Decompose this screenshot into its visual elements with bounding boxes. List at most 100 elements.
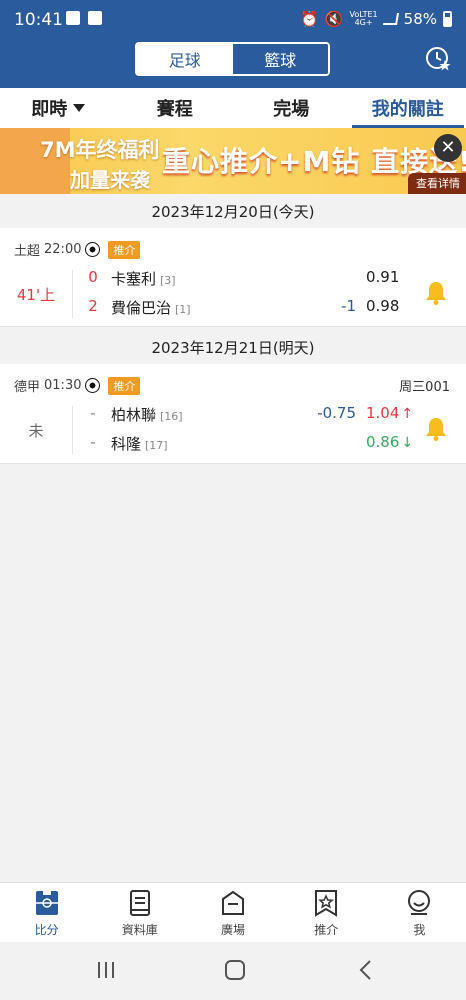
away-team-rank: [17]: [145, 439, 168, 452]
match-card[interactable]: 德甲 01:30 推介 周三001 未 - 柏林聯 [16] -0.75 1.04…: [0, 364, 466, 464]
status-right-icons: ⏰ 🔇 VoLTE1 4G+ 58%: [300, 10, 452, 28]
nav-square[interactable]: 廣場: [186, 883, 279, 942]
nav-tips-label: 推介: [314, 923, 339, 937]
promo-banner[interactable]: 7M年终福利 加量来袭 重心推介+M钻 直接送! 查看详情: [0, 128, 466, 194]
bell-icon[interactable]: [423, 416, 449, 442]
banner-line2: 加量来袭: [70, 168, 150, 192]
back-icon[interactable]: [354, 958, 378, 982]
home-team-name: 柏林聯: [111, 406, 157, 424]
status-time: 10:41: [14, 10, 63, 30]
tab-results[interactable]: 完場: [233, 88, 350, 128]
history-clock-icon[interactable]: [425, 46, 451, 72]
network-icon: VoLTE1 4G+: [350, 11, 378, 27]
gallery-notification-icon: [66, 11, 80, 25]
tab-favorites-label: 我的關註: [371, 99, 444, 120]
check-notification-icon: [88, 11, 102, 25]
tab-live[interactable]: 即時: [0, 88, 117, 128]
odds-up-arrow-icon: ↑: [401, 406, 414, 422]
away-team: 科隆 [17]: [111, 433, 168, 454]
banner-close-icon[interactable]: ✕: [434, 134, 462, 162]
away-team-name: 費倫巴治: [111, 299, 172, 317]
home-score: -: [90, 404, 96, 422]
match-number: 周三001: [399, 380, 450, 395]
book-icon: [129, 890, 150, 916]
scoreboard-icon: [35, 891, 58, 915]
home-odds: 0.91: [366, 268, 400, 286]
away-team: 費倫巴治 [1]: [111, 297, 191, 318]
notification-icons: [66, 11, 102, 25]
alarm-icon: ⏰: [300, 10, 319, 28]
match-time: 01:30: [44, 378, 82, 393]
home-odds-value: 1.04: [366, 404, 400, 422]
tip-badge[interactable]: 推介: [108, 376, 141, 395]
nav-me-label: 我: [413, 923, 426, 937]
match-time: 22:00: [44, 242, 82, 257]
away-odds-value: 0.86: [366, 433, 400, 451]
home-team: 柏林聯 [16]: [111, 404, 183, 425]
league-name: 土超: [14, 244, 41, 259]
bottom-nav: 比分 資料庫 廣場 推介 我: [0, 882, 466, 942]
user-icon: [408, 890, 431, 915]
home-row: 0 卡塞利 [3] 0.91: [0, 268, 466, 294]
nav-database[interactable]: 資料庫: [93, 883, 186, 942]
tab-schedule[interactable]: 賽程: [117, 88, 234, 128]
date-header: 2023年12月20日(今天): [0, 194, 466, 228]
home-team-rank: [16]: [160, 410, 183, 423]
nav-database-label: 資料庫: [121, 923, 158, 937]
away-team-name: 科隆: [111, 435, 142, 453]
main-tabs: 即時 賽程 完場 我的關註: [0, 88, 466, 128]
home-team: 卡塞利 [3]: [111, 268, 176, 289]
nav-tips[interactable]: 推介: [280, 883, 373, 942]
football-toggle-button[interactable]: 足球: [137, 44, 233, 74]
square-icon: [222, 890, 244, 915]
nav-me[interactable]: 我: [373, 883, 466, 942]
away-row: 2 費倫巴治 [1] -1 0.98: [0, 297, 466, 323]
home-team-rank: [3]: [160, 274, 176, 287]
banner-line1: 7M年终福利: [40, 138, 160, 162]
date-header: 2023年12月21日(明天): [0, 330, 466, 364]
handicap: -1: [341, 297, 356, 315]
match-card[interactable]: 土超 22:00 推介 41'上 0 卡塞利 [3] 0.91 2 費倫巴治 [1]…: [0, 228, 466, 327]
system-nav-bar: [0, 942, 466, 1000]
nav-scores-label: 比分: [34, 923, 59, 937]
home-team-name: 卡塞利: [111, 270, 157, 288]
tab-schedule-label: 賽程: [156, 99, 193, 120]
banner-detail-button[interactable]: 查看详情: [408, 173, 466, 194]
network-bottom-label: 4G+: [354, 18, 373, 27]
mute-icon: 🔇: [324, 10, 344, 28]
nav-scores[interactable]: 比分: [0, 883, 93, 942]
sport-toggle: 足球 籃球: [135, 42, 330, 76]
tab-favorites[interactable]: 我的關註: [350, 88, 466, 128]
recent-apps-icon[interactable]: [94, 958, 118, 982]
tab-live-label: 即時: [31, 99, 68, 120]
battery-percent: 58%: [403, 10, 437, 28]
handicap: -0.75: [317, 404, 356, 422]
banner-left-text: 7M年终福利 加量来袭: [40, 134, 160, 193]
match-league-info: 德甲 01:30 推介: [14, 376, 141, 395]
odds-down-arrow-icon: ↓: [401, 435, 414, 451]
basketball-toggle-button[interactable]: 籃球: [232, 44, 328, 74]
away-odds: 0.86 ↓: [366, 433, 413, 451]
star-tag-icon: [315, 890, 338, 917]
away-row: - 科隆 [17] 0.86 ↓: [0, 433, 466, 459]
tab-results-label: 完場: [273, 99, 310, 120]
signal-icon: [382, 13, 399, 25]
battery-icon: [443, 11, 452, 27]
home-icon[interactable]: [223, 958, 247, 982]
league-name: 德甲: [14, 380, 41, 395]
bell-icon[interactable]: [423, 280, 449, 306]
dropdown-caret-icon: [73, 104, 86, 112]
tip-badge[interactable]: 推介: [108, 240, 141, 259]
status-bar: 10:41 ⏰ 🔇 VoLTE1 4G+ 58%: [0, 0, 466, 40]
away-odds: 0.98: [366, 297, 400, 315]
football-icon: [85, 378, 101, 393]
away-score: -: [90, 433, 96, 451]
home-odds: 1.04 ↑: [366, 404, 413, 422]
home-row: - 柏林聯 [16] -0.75 1.04 ↑: [0, 404, 466, 430]
nav-square-label: 廣場: [221, 923, 246, 937]
football-icon: [85, 242, 101, 257]
match-league-info: 土超 22:00 推介: [14, 240, 141, 259]
home-score: 0: [88, 268, 98, 286]
away-team-rank: [1]: [175, 303, 191, 316]
away-score: 2: [88, 297, 98, 315]
